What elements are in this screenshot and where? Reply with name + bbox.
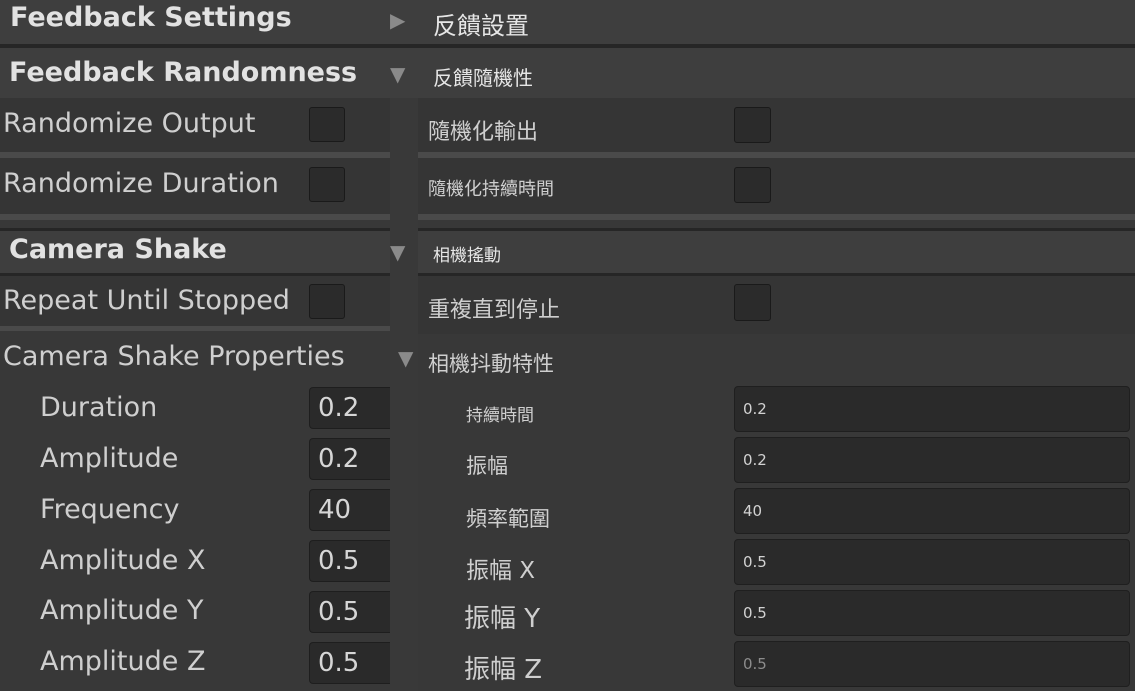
- feedback-randomness-title[interactable]: Feedback Randomness: [9, 57, 357, 88]
- divider: [0, 214, 390, 220]
- amplitude-y-label-zh: 振幅 Y: [464, 604, 541, 634]
- feedback-randomness-title-zh[interactable]: 反饋隨機性: [433, 62, 533, 91]
- divider: [418, 214, 1135, 220]
- randomize-output-checkbox-zh[interactable]: [734, 107, 771, 143]
- amplitude-y-field[interactable]: 0.5: [309, 591, 390, 633]
- amplitude-x-field-zh[interactable]: 0.5: [734, 539, 1130, 585]
- repeat-until-stopped-label: Repeat Until Stopped: [3, 285, 290, 316]
- frequency-field-zh[interactable]: 40: [734, 488, 1130, 534]
- amplitude-y-field-zh[interactable]: 0.5: [734, 590, 1130, 636]
- camera-shake-properties-label[interactable]: Camera Shake Properties: [3, 341, 345, 372]
- triangle-down-icon[interactable]: ▼: [390, 62, 405, 86]
- duration-label: Duration: [40, 392, 158, 423]
- randomize-duration-label: Randomize Duration: [3, 168, 279, 199]
- camera-shake-properties-label-zh[interactable]: 相機抖動特性: [428, 348, 554, 378]
- amplitude-z-label: Amplitude Z: [40, 646, 206, 677]
- duration-field[interactable]: 0.2: [309, 387, 390, 429]
- randomize-output-label-zh: 隨機化輸出: [428, 120, 539, 145]
- randomize-output-label: Randomize Output: [3, 108, 256, 139]
- triangle-down-icon[interactable]: ▼: [390, 240, 405, 264]
- camera-shake-title[interactable]: Camera Shake: [9, 234, 227, 265]
- divider: [0, 326, 390, 331]
- amplitude-x-label: Amplitude X: [40, 545, 206, 576]
- frequency-label-zh: 頻率範圍: [466, 507, 550, 531]
- amplitude-z-field[interactable]: 0.5: [309, 642, 390, 684]
- camera-shake-title-zh[interactable]: 相機搖動: [433, 241, 501, 266]
- amplitude-y-label: Amplitude Y: [40, 595, 204, 626]
- repeat-until-stopped-checkbox[interactable]: [309, 284, 345, 319]
- amplitude-x-field[interactable]: 0.5: [309, 540, 390, 582]
- amplitude-z-label-zh: 振幅 Z: [464, 655, 543, 685]
- randomize-duration-checkbox-zh[interactable]: [734, 167, 771, 203]
- amplitude-field-zh[interactable]: 0.2: [734, 437, 1130, 483]
- repeat-until-stopped-label-zh: 重複直到停止: [428, 298, 561, 323]
- amplitude-field[interactable]: 0.2: [309, 438, 390, 480]
- repeat-until-stopped-checkbox-zh[interactable]: [734, 284, 771, 321]
- triangle-down-icon[interactable]: ▼: [398, 346, 413, 370]
- feedback-settings-title[interactable]: Feedback Settings: [10, 2, 292, 33]
- randomize-duration-checkbox[interactable]: [309, 167, 345, 202]
- randomize-output-checkbox[interactable]: [309, 107, 345, 142]
- frequency-label: Frequency: [40, 494, 180, 525]
- amplitude-label-zh: 振幅: [466, 454, 508, 478]
- amplitude-label: Amplitude: [40, 443, 179, 474]
- duration-label-zh: 持續時間: [466, 406, 534, 426]
- frequency-field[interactable]: 40: [309, 489, 390, 531]
- randomize-duration-label-zh: 隨機化持續時間: [428, 179, 554, 200]
- feedback-settings-title-zh[interactable]: 反饋設置: [433, 6, 529, 41]
- amplitude-x-label-zh: 振幅 X: [466, 558, 536, 584]
- duration-field-zh[interactable]: 0.2: [734, 386, 1130, 432]
- triangle-right-icon[interactable]: ▶: [390, 8, 405, 32]
- amplitude-z-field-zh[interactable]: 0.5: [734, 641, 1130, 687]
- column-gap: [390, 98, 418, 691]
